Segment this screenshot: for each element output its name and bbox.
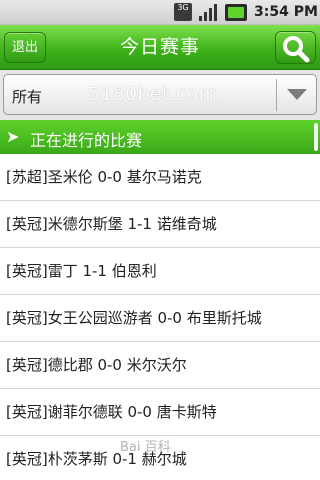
section-label: 正在进行的比赛: [30, 131, 143, 150]
signal-icon: [199, 4, 217, 21]
chevron-down-icon[interactable]: [287, 89, 307, 100]
page-title: 今日赛事: [119, 36, 200, 58]
category-select[interactable]: 所有 5180bet.com: [3, 74, 317, 115]
battery-icon: [225, 4, 247, 21]
select-value: 所有: [12, 88, 43, 106]
live-matches-header[interactable]: ➤ 正在进行的比赛: [0, 120, 320, 154]
list-item[interactable]: [英冠]德比郡 0-0 米尔沃尔: [0, 342, 320, 389]
network-3g-icon: 3G: [174, 3, 192, 21]
search-button[interactable]: [275, 31, 316, 64]
select-divider: [276, 79, 277, 111]
title-bar: 退出 今日赛事: [0, 25, 320, 70]
arrow-right-icon: ➤: [6, 127, 20, 146]
list-item[interactable]: [英冠]雷丁 1-1 伯恩利: [0, 248, 320, 295]
status-bar: 3G 3:54 PM: [0, 0, 320, 25]
match-list: [苏超]圣米伦 0-0 基尔马诺克 [英冠]米德尔斯堡 1-1 诺维奇城 [英冠…: [0, 154, 320, 480]
status-time: 3:54 PM: [254, 4, 318, 20]
exit-button[interactable]: 退出: [4, 32, 46, 63]
watermark-text: 5180bet.com: [88, 83, 218, 105]
baidu-watermark: Bai 百科: [120, 440, 171, 455]
scrollbar-thumb[interactable]: [314, 123, 318, 151]
filter-bar: 所有 5180bet.com: [0, 70, 320, 120]
list-item[interactable]: [英冠]米德尔斯堡 1-1 诺维奇城: [0, 201, 320, 248]
list-item[interactable]: [苏超]圣米伦 0-0 基尔马诺克: [0, 154, 320, 201]
search-icon: [283, 36, 310, 63]
list-item[interactable]: [英冠]女王公园巡游者 0-0 布里斯托城: [0, 295, 320, 342]
list-item[interactable]: [英冠]谢菲尔德联 0-0 唐卡斯特: [0, 389, 320, 436]
